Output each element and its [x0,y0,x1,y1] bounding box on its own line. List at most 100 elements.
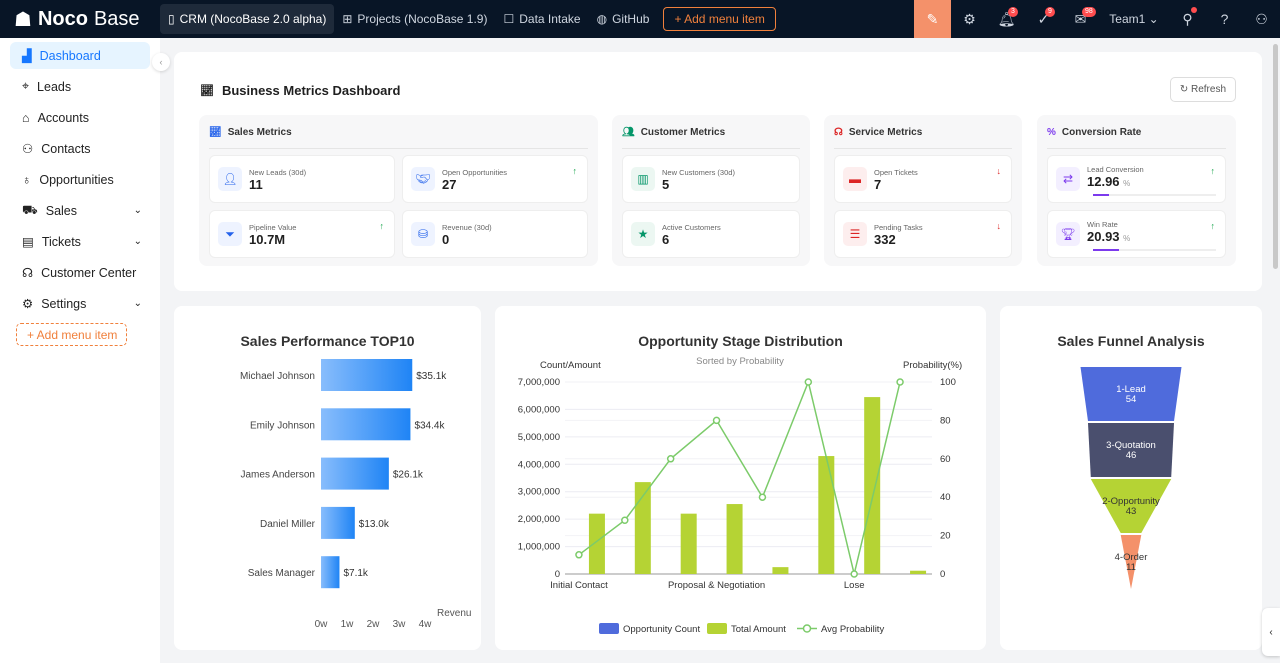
legend-item[interactable]: Total Amount [707,623,786,635]
bulb-icon: ♁ [22,172,32,187]
legend-item[interactable]: Avg Probability [797,624,884,635]
y-tick-left: 4,000,000 [518,459,560,470]
metric-group-customer-metrics: 👥︎ Customer Metrics ▥ New Customers (30d) 5 ★… [612,115,810,266]
user-icon[interactable]: ⚇ [1243,0,1280,38]
add-menu-item-button[interactable]: + Add menu item [663,7,776,31]
search-icon[interactable]: ⚲ [1169,0,1206,38]
nav-tab[interactable]: ◍ GitHub [589,4,658,34]
data-label: $34.4k [414,420,445,431]
funnel-value: 43 [1126,506,1137,517]
mail-icon[interactable]: ✉ 98 [1062,0,1099,38]
refresh-button[interactable]: ↻ Refresh [1169,77,1236,102]
bell-icon[interactable]: 🔔︎ 3 [988,0,1025,38]
help-icon[interactable]: ? [1206,0,1243,38]
chevron-down-icon[interactable]: ⌄ [134,298,142,309]
nav-tab[interactable]: ▯ CRM (NocoBase 2.0 alpha) [160,4,335,34]
github-icon: ◍ [596,12,608,26]
expand-panel-button[interactable]: ‹ [1262,608,1280,656]
bank-icon: ⌂ [22,110,30,125]
team-select[interactable]: Team1 ⌄ [1099,0,1169,38]
probability-point [575,551,583,559]
funnel-value: 54 [1126,394,1137,405]
theme-editor-button[interactable]: ✎ [914,0,951,38]
sidebar-item-contacts[interactable]: ⚇ Contacts [10,135,150,162]
sidebar-item-dashboard[interactable]: ▟ Dashboard [10,42,150,69]
x-tick-label: 4w [419,619,433,630]
metric-card: ⛁ Revenue (30d) 0 [402,210,588,258]
sidebar-item-tickets[interactable]: ▤ Tickets ⌄ [10,228,150,255]
y-tick-right: 80 [940,415,951,426]
check-circle-icon[interactable]: ✓ 9 [1025,0,1062,38]
bar [321,408,411,441]
metric-value: 20.93 [1087,229,1120,244]
logo[interactable]: ☗ Noco Base [0,7,160,32]
progress-bar [1093,249,1216,251]
ticket-icon: ▤ [22,235,34,249]
handshake-icon: 🤝︎ [411,167,435,191]
metric-value: 0 [442,232,450,247]
y-axis-label-right: Probability(%) [903,360,962,371]
legend-item[interactable]: Opportunity Count [599,623,700,635]
probability-point [850,570,858,578]
x-tick-label: Initial Contact [550,580,608,591]
sidebar-item-sales[interactable]: ⛟ Sales ⌄ [10,197,150,224]
amount-bar [588,513,605,574]
y-tick-right: 40 [940,492,951,503]
nav-tab[interactable]: ☐ Data Intake [495,4,588,34]
user-add-icon: 👤︎ [218,167,242,191]
metric-value: 7 [874,177,882,192]
probability-point [896,378,904,386]
opportunity-stage-chart: Opportunity Stage Distribution Sorted by… [495,306,986,650]
data-label: $26.1k [393,470,424,481]
arrow-up-icon: ↑ [379,221,385,231]
chevron-down-icon[interactable]: ⌄ [134,236,142,247]
x-tick-label: 3w [393,619,407,630]
arrow-down-icon: ↓ [996,221,1002,231]
sidebar-item-settings[interactable]: ⚙ Settings ⌄ [10,290,150,317]
logo-icon: ☗ [14,8,32,31]
category-label: Sales Manager [248,568,316,579]
sidebar-item-opportunities[interactable]: ♁ Opportunities [10,166,150,193]
sidebar-item-accounts[interactable]: ⌂ Accounts [10,104,150,131]
metric-card: ⏷ Pipeline Value 10.7M ↑ [209,210,395,258]
page-title: Business Metrics Dashboard [221,83,401,98]
collapse-sidebar-button[interactable]: ‹ [152,53,170,71]
y-tick-left: 3,000,000 [518,487,560,498]
x-tick-label: Lose [844,580,865,591]
arrow-down-icon: ↓ [996,166,1002,176]
funnel-value: 11 [1126,562,1136,573]
scrollbar[interactable] [1273,44,1278,269]
metric-card: ☰ Pending Tasks 332 ↓ [834,210,1012,258]
arrow-up-icon: ↑ [1210,221,1216,231]
form-icon: ☐ [503,12,515,26]
category-label: Daniel Miller [260,519,316,530]
nav-tab[interactable]: ⊞ Projects (NocoBase 1.9) [334,4,495,34]
arrow-up-icon: ↑ [1210,166,1216,176]
y-tick-right: 20 [940,531,951,542]
y-tick-left: 5,000,000 [518,432,560,443]
metric-value: 5 [662,177,670,192]
amount-bar [818,456,835,574]
metric-value: 11 [249,177,263,192]
sidebar-add-menu-item[interactable]: + Add menu item [16,323,127,346]
y-tick-right: 100 [940,377,956,388]
bar [321,359,413,391]
gear-icon: ⚙ [22,297,34,311]
sidebar: ▟ Dashboard ⌖ Leads ⌂ Accounts ⚇ Contacts ♁ Oppor… [0,38,160,663]
headset-icon: ☊ [834,127,843,138]
metric-card: 🤝︎ Open Opportunities 27 ↑ [402,155,588,203]
x-tick-label: 1w [341,619,355,630]
tasks-icon: ☰ [843,222,867,246]
y-tick-left: 2,000,000 [518,514,560,525]
chevron-down-icon[interactable]: ⌄ [134,205,142,216]
sidebar-item-leads[interactable]: ⌖ Leads [10,73,150,100]
y-tick-right: 60 [940,454,951,465]
funnel-value: 46 [1126,450,1137,461]
sidebar-item-customer-center[interactable]: ☊ Customer Center [10,259,150,286]
metric-group-service-metrics: ☊ Service Metrics ▬ Open Tickets 7 ↓ ☰ Pending … [824,115,1022,266]
amount-bar [864,397,881,574]
percent-icon: % [1047,127,1056,138]
data-label: $35.1k [416,371,447,382]
settings-icon[interactable]: ⚙ [951,0,988,38]
amount-bar [680,513,697,574]
